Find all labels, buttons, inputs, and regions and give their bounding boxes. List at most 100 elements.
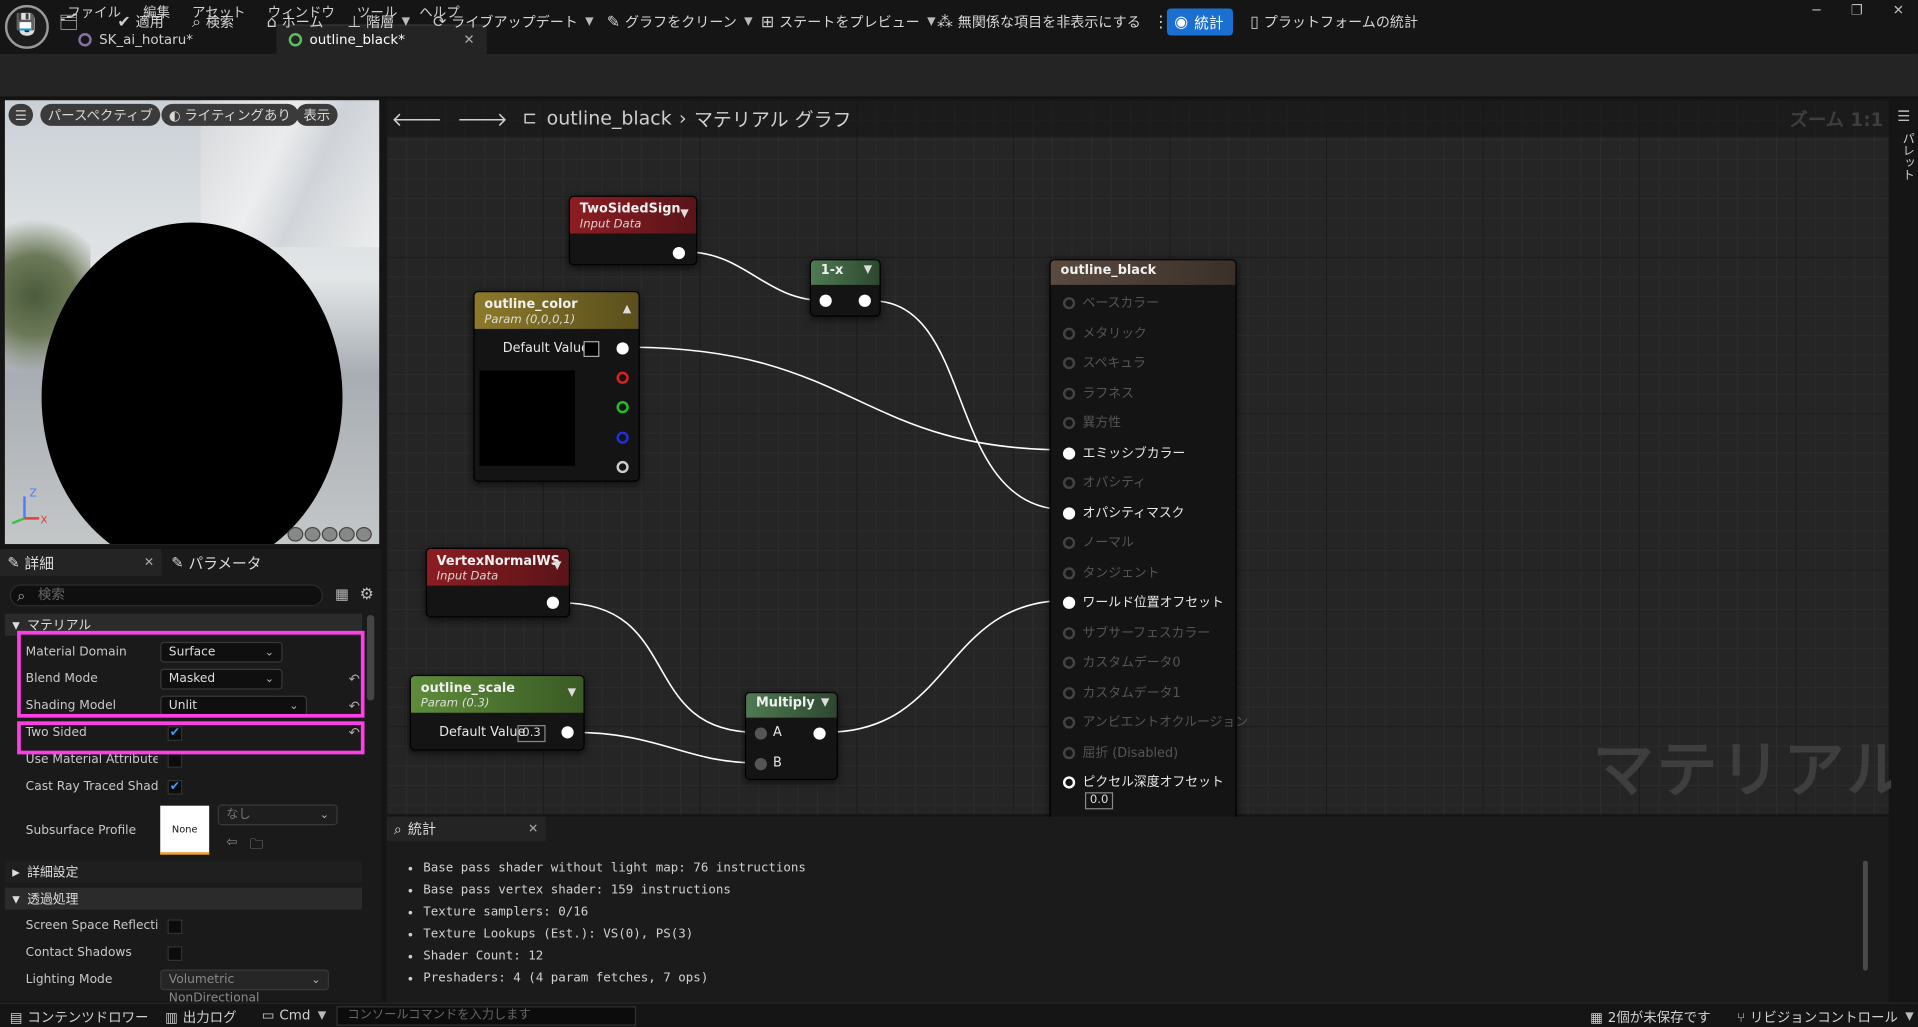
browse-asset-icon[interactable]: 🗀 xyxy=(250,834,263,857)
tab-details[interactable]: ✎ 詳細 ✕ xyxy=(0,548,162,576)
palette-menu-icon[interactable]: ☰ xyxy=(1897,108,1910,125)
result-input-pin[interactable] xyxy=(1062,297,1076,310)
section-translucency[interactable]: ▼ 透過処理 xyxy=(4,887,363,910)
node-outline-scale[interactable]: outline_scale Param (0.3) ▼ Default Valu… xyxy=(409,674,585,751)
result-input-pin[interactable] xyxy=(1062,506,1076,519)
revision-control-button[interactable]: ⑂ リビジョンコントロール ▼ xyxy=(1737,1007,1914,1027)
result-input-pin[interactable] xyxy=(1062,596,1076,609)
details-search-input[interactable]: 検索 xyxy=(9,584,323,607)
result-input-pin[interactable] xyxy=(1062,476,1076,490)
output-pin[interactable] xyxy=(546,596,560,609)
use-selected-icon[interactable]: ⇦ xyxy=(226,834,237,850)
platform-stats-button[interactable]: ▯ プラットフォームの統計 xyxy=(1250,10,1418,34)
chevron-down-icon[interactable]: ▼ xyxy=(821,697,829,709)
restore-icon[interactable]: ❐ xyxy=(1848,2,1865,19)
node-multiply[interactable]: Multiply ▼ A B xyxy=(744,691,838,781)
settings-gear-icon[interactable]: ⚙ xyxy=(360,586,374,604)
output-pin[interactable] xyxy=(672,246,685,260)
output-pin[interactable] xyxy=(858,294,871,307)
output-pin[interactable] xyxy=(813,727,826,740)
grid-view-icon[interactable]: ▦ xyxy=(335,586,349,603)
plane-icon[interactable] xyxy=(321,526,338,542)
subsurface-dropdown[interactable]: なし ⌄ xyxy=(217,804,338,826)
tab-parameters[interactable]: ✎ パラメータ xyxy=(164,549,325,576)
chevron-down-icon[interactable]: ▼ xyxy=(864,264,872,276)
minimize-icon[interactable]: ─ xyxy=(1808,2,1825,19)
result-input-pin[interactable] xyxy=(1062,716,1076,729)
tab-stats[interactable]: ⌕ 統計 ✕ xyxy=(386,816,546,842)
result-input-pin[interactable] xyxy=(1062,416,1076,430)
subsurface-thumbnail[interactable]: None xyxy=(160,805,210,855)
breadcrumb-asset[interactable]: outline_black xyxy=(547,108,672,130)
lighting-mode-dropdown[interactable]: Volumetric NonDirectional ⌄ xyxy=(160,969,330,1005)
home-button[interactable]: ⌂ ホーム xyxy=(267,10,324,34)
stats-toggle-button[interactable]: ◉ 統計 xyxy=(1166,8,1233,36)
chevron-down-icon[interactable]: ▼ xyxy=(680,208,688,220)
result-input-pin[interactable] xyxy=(1062,686,1076,699)
color-swatch[interactable] xyxy=(583,341,600,357)
perspective-button[interactable]: パースペクティブ xyxy=(40,103,161,126)
tab-sk-ai-hotaru[interactable]: SK_ai_hotaru* xyxy=(66,24,277,54)
output-pin-r[interactable] xyxy=(616,371,629,384)
preview-state-button[interactable]: ⊞ ステートをプレビュー ▼ xyxy=(761,10,936,34)
content-drawer-button[interactable]: ▤ コンテンツドロワー xyxy=(10,1007,149,1027)
cube-icon[interactable] xyxy=(338,526,355,542)
palette-panel[interactable]: ☰ パレット xyxy=(1891,100,1918,815)
node-outline-color[interactable]: outline_color Param (0,0,0,1) ▲ Default … xyxy=(473,290,640,482)
ssr-checkbox[interactable] xyxy=(167,919,183,935)
input-pin-a[interactable] xyxy=(754,727,767,740)
viewport-menu-button[interactable]: ☰ xyxy=(8,103,34,126)
node-two-sided-sign[interactable]: TwoSidedSign Input Data ▼ xyxy=(568,195,698,266)
output-pin-g[interactable] xyxy=(616,401,629,414)
cmd-dropdown[interactable]: ▭ Cmd ▼ xyxy=(262,1007,326,1023)
save-button[interactable]: 💾 xyxy=(16,10,36,34)
result-input-pin[interactable] xyxy=(1062,776,1076,789)
palette-label[interactable]: パレット xyxy=(1897,132,1915,181)
contact-shadows-checkbox[interactable] xyxy=(167,946,183,961)
search-button[interactable]: ⌕ 検索 xyxy=(192,10,234,34)
material-preview-viewport[interactable] xyxy=(4,100,380,545)
result-input-pin[interactable] xyxy=(1062,536,1076,549)
live-update-button[interactable]: ⟳ ライブアップデート ▼ xyxy=(433,10,594,34)
custom-mesh-icon[interactable] xyxy=(355,526,372,542)
hide-unrelated-button[interactable]: ⁂ 無関係な項目を非表示にする ⋮ xyxy=(937,10,1169,34)
node-material-result[interactable]: outline_black ベースカラー メタリック スペキュラ ラフネス 異方性 エミッ… xyxy=(1049,259,1248,822)
result-input-pin[interactable] xyxy=(1062,446,1076,460)
output-pin-b[interactable] xyxy=(616,431,629,444)
output-pin-rgb[interactable] xyxy=(616,342,629,355)
cylinder-icon[interactable] xyxy=(287,526,304,542)
sphere-icon[interactable] xyxy=(304,526,321,542)
result-input-pin[interactable] xyxy=(1062,327,1076,340)
result-input-pin[interactable] xyxy=(1062,566,1076,579)
chevron-down-icon[interactable]: ▼ xyxy=(553,560,561,572)
close-window-icon[interactable]: ✕ xyxy=(1890,2,1907,19)
output-pin-a[interactable] xyxy=(616,460,629,474)
stats-scrollbar[interactable] xyxy=(1862,860,1868,971)
result-input-pin[interactable] xyxy=(1062,386,1076,400)
apply-button[interactable]: ✔ 適用 xyxy=(117,10,163,34)
close-tab-icon[interactable]: ✕ xyxy=(528,822,538,835)
default-value-input[interactable]: 0.3 xyxy=(517,725,546,743)
node-vertex-normal-ws[interactable]: VertexNormalWS Input Data ▼ xyxy=(425,547,571,618)
input-pin[interactable] xyxy=(819,294,832,307)
unsaved-button[interactable]: ▦ 2個が未保存です xyxy=(1590,1007,1710,1027)
chevron-down-icon[interactable]: ▼ xyxy=(568,687,576,699)
input-pin-b[interactable] xyxy=(754,758,767,771)
details-scrollbar[interactable] xyxy=(366,614,375,701)
clean-graph-button[interactable]: ✎ グラフをクリーン ▼ xyxy=(607,10,753,34)
pixel-depth-offset-input[interactable]: 0.0 xyxy=(1084,792,1114,810)
show-button[interactable]: 表示 xyxy=(296,103,338,126)
lighting-button[interactable]: ◐ ライティングあり xyxy=(161,103,299,126)
result-input-pin[interactable] xyxy=(1062,626,1076,639)
output-log-button[interactable]: ▥ 出力ログ xyxy=(165,1007,236,1027)
close-tab-icon[interactable]: ✕ xyxy=(144,556,154,569)
result-input-pin[interactable] xyxy=(1062,356,1076,370)
section-advanced[interactable]: ▶ 詳細設定 xyxy=(4,860,363,883)
console-command-input[interactable]: コンソールコマンドを入力します xyxy=(336,1006,637,1026)
browse-button[interactable]: 🗂 xyxy=(59,10,79,34)
output-pin[interactable] xyxy=(561,726,574,739)
node-one-minus[interactable]: 1-x ▼ xyxy=(809,259,881,317)
result-input-pin[interactable] xyxy=(1062,746,1076,759)
chevron-up-icon[interactable]: ▲ xyxy=(623,303,631,315)
cast-ray-traced-checkbox[interactable]: ✔ xyxy=(167,780,183,795)
